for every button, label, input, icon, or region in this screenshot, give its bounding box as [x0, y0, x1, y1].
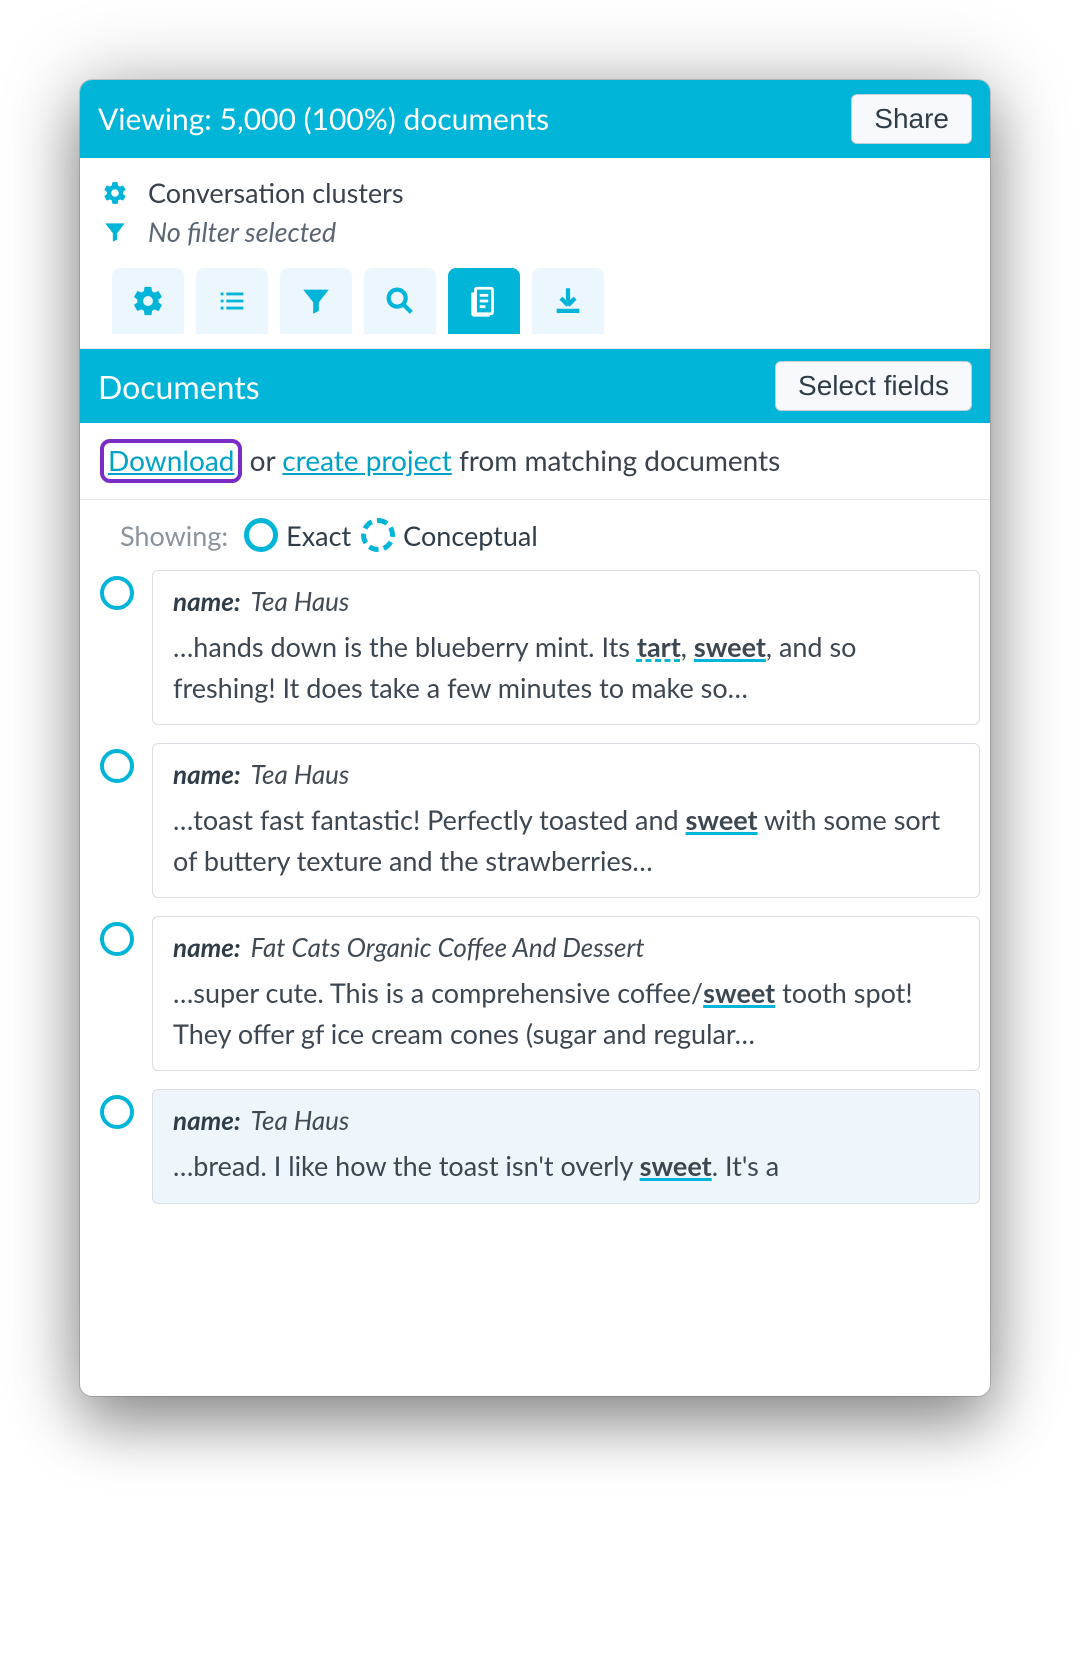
download-highlight: Download [100, 439, 242, 483]
document-snippet: …super cute. This is a comprehensive cof… [173, 973, 959, 1054]
section-header: Documents Select fields [80, 349, 990, 423]
match-highlight: sweet [640, 1149, 712, 1182]
legend-exact[interactable]: Exact [244, 518, 351, 552]
tool-search[interactable] [364, 268, 436, 334]
download-link[interactable]: Download [108, 443, 234, 477]
select-fields-button[interactable]: Select fields [775, 361, 972, 411]
document-card[interactable]: name: Tea Haus …toast fast fantastic! Perf… [152, 743, 980, 898]
funnel-icon [100, 219, 130, 245]
document-card[interactable]: name: Tea Haus …bread. I like how the toas… [152, 1089, 980, 1204]
meta-field-label: name: [173, 585, 241, 617]
meta-field-value: Tea Haus [251, 758, 350, 790]
match-highlight: sweet [694, 630, 766, 663]
document-card[interactable]: name: Fat Cats Organic Coffee And Dessert… [152, 916, 980, 1071]
showing-legend: Showing: Exact Conceptual [80, 500, 990, 566]
document-meta: name: Tea Haus [173, 758, 959, 790]
section-title: Documents [98, 367, 260, 406]
meta-field-label: name: [173, 758, 241, 790]
actions-suffix: from matching documents [452, 443, 780, 477]
meta-field-label: name: [173, 1104, 241, 1136]
context-block: Conversation clusters No filter selected [80, 158, 990, 349]
legend-conceptual-label: Conceptual [403, 519, 538, 552]
document-select-radio[interactable] [100, 922, 134, 956]
tool-list[interactable] [196, 268, 268, 334]
actions-bar: Download or create project from matching… [80, 423, 990, 500]
filter-label: No filter selected [148, 215, 336, 248]
document-select-radio[interactable] [100, 576, 134, 610]
document-meta: name: Tea Haus [173, 585, 959, 617]
document-card[interactable]: name: Tea Haus …hands down is the blueberr… [152, 570, 980, 725]
topbar: Viewing: 5,000 (100%) documents Share [80, 80, 990, 158]
filter-row[interactable]: No filter selected [100, 215, 970, 248]
document-row: name: Tea Haus …bread. I like how the toas… [100, 1089, 980, 1204]
match-highlight: sweet [703, 976, 775, 1009]
tool-filter[interactable] [280, 268, 352, 334]
actions-or: or [242, 443, 282, 477]
match-highlight: sweet [686, 803, 758, 836]
document-snippet: …bread. I like how the toast isn't overl… [173, 1146, 959, 1187]
legend-exact-label: Exact [286, 519, 351, 552]
document-meta: name: Tea Haus [173, 1104, 959, 1136]
gear-icon [100, 180, 130, 206]
match-highlight: tart [637, 630, 681, 663]
tool-documents[interactable] [448, 268, 520, 334]
tool-settings[interactable] [112, 268, 184, 334]
exact-circle-icon [244, 518, 278, 552]
meta-field-value: Tea Haus [251, 1104, 350, 1136]
document-meta: name: Fat Cats Organic Coffee And Dessert [173, 931, 959, 963]
clusters-row[interactable]: Conversation clusters [100, 176, 970, 209]
view-toolbar [100, 256, 970, 334]
legend-conceptual[interactable]: Conceptual [361, 518, 538, 552]
document-select-radio[interactable] [100, 749, 134, 783]
create-project-link[interactable]: create project [282, 443, 452, 477]
clusters-label: Conversation clusters [148, 176, 404, 209]
documents-panel: Viewing: 5,000 (100%) documents Share Co… [80, 80, 990, 1396]
document-snippet: …hands down is the blueberry mint. Its t… [173, 627, 959, 708]
share-button[interactable]: Share [851, 94, 972, 144]
document-snippet: …toast fast fantastic! Perfectly toasted… [173, 800, 959, 881]
showing-label: Showing: [120, 519, 228, 552]
document-select-radio[interactable] [100, 1095, 134, 1129]
tool-download[interactable] [532, 268, 604, 334]
document-row: name: Tea Haus …toast fast fantastic! Perf… [100, 743, 980, 898]
document-row: name: Tea Haus …hands down is the blueberr… [100, 570, 980, 725]
meta-field-label: name: [173, 931, 241, 963]
meta-field-value: Tea Haus [251, 585, 350, 617]
meta-field-value: Fat Cats Organic Coffee And Dessert [251, 931, 645, 963]
viewing-count: Viewing: 5,000 (100%) documents [98, 101, 549, 137]
conceptual-circle-icon [361, 518, 395, 552]
document-list[interactable]: name: Tea Haus …hands down is the blueberr… [80, 566, 990, 1396]
document-row: name: Fat Cats Organic Coffee And Dessert… [100, 916, 980, 1071]
